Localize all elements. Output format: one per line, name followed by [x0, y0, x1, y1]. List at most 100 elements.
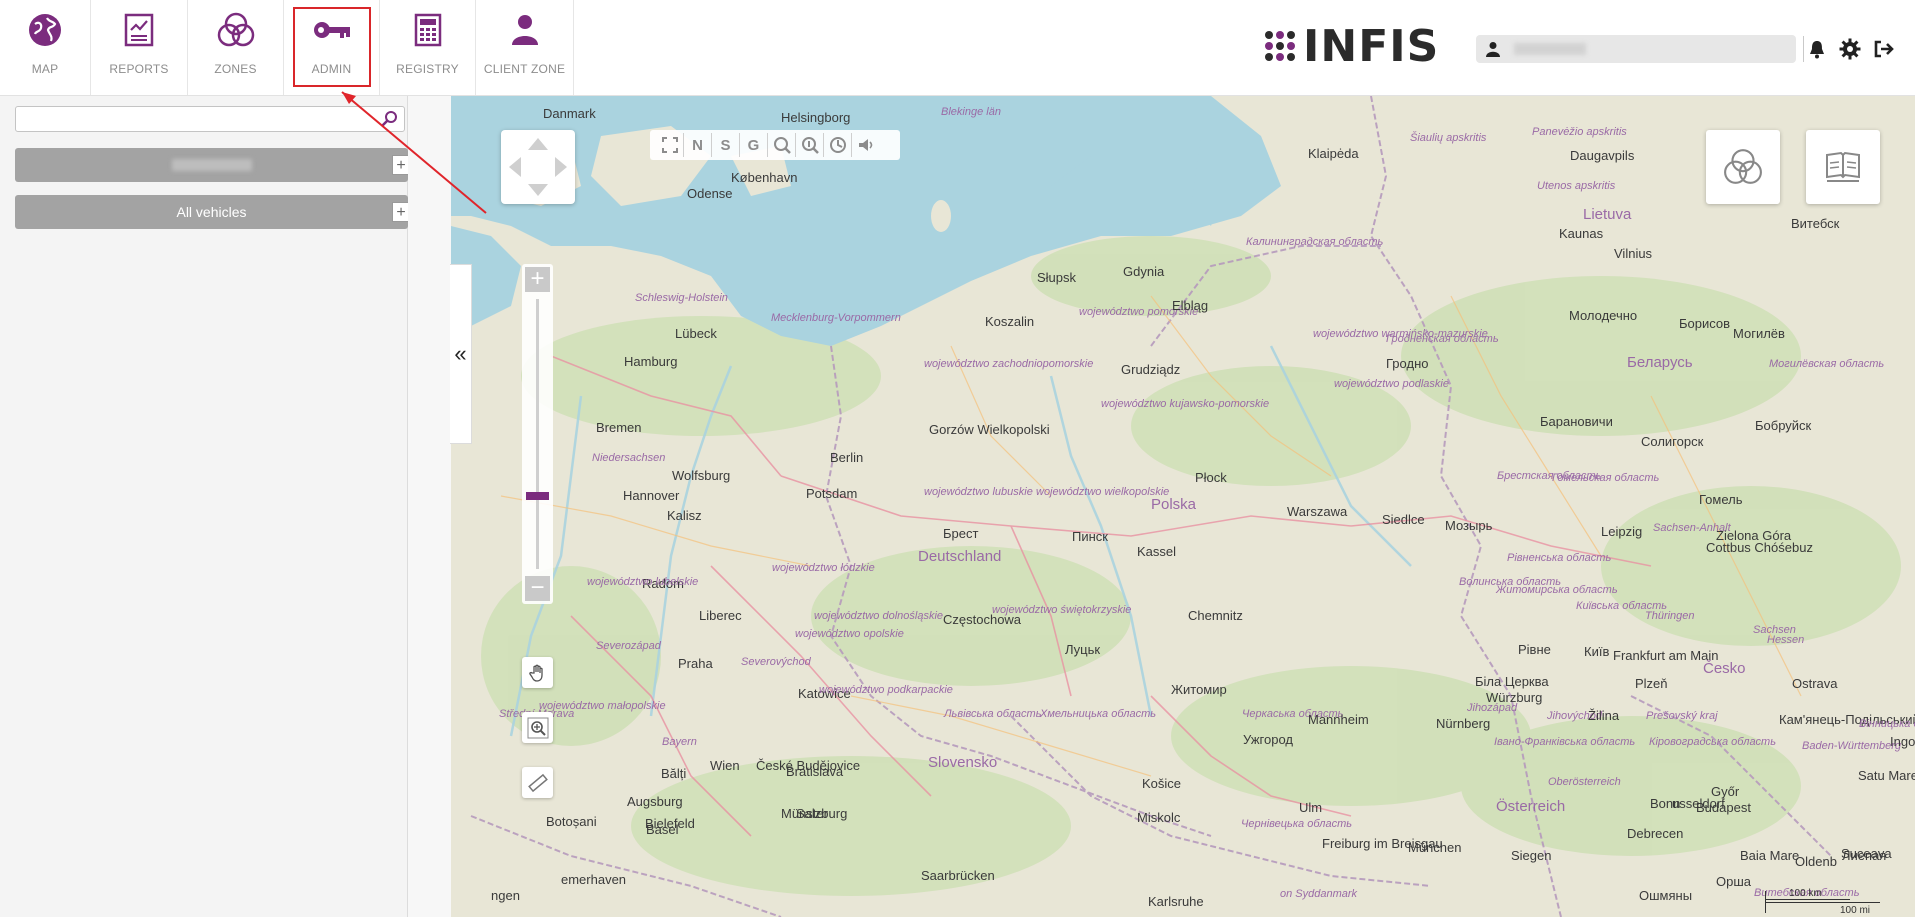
tab-zones[interactable]: ZONES: [188, 0, 284, 95]
clock-icon[interactable]: [824, 133, 852, 157]
map-label: Botoșani: [546, 814, 597, 829]
tab-reports[interactable]: REPORTS: [91, 0, 188, 95]
measure-button[interactable]: [522, 767, 553, 798]
tab-label: MAP: [31, 62, 59, 76]
map-label: Daugavpils: [1570, 148, 1635, 163]
map-label: Helsingborg: [781, 110, 851, 125]
map-label: Борисов: [1679, 316, 1731, 331]
logo-dots-icon: [1265, 31, 1295, 61]
map-label: Österreich: [1496, 798, 1566, 815]
zoom-box-button[interactable]: [522, 712, 553, 743]
tab-label: REPORTS: [109, 62, 169, 76]
map-label: Lübeck: [675, 326, 717, 341]
map-label: Гродно: [1386, 356, 1429, 371]
map-label: województwo podkarpackie: [819, 684, 953, 696]
gear-icon[interactable]: [1837, 36, 1863, 62]
tab-label: ZONES: [214, 62, 257, 76]
map-label: Płock: [1195, 470, 1227, 485]
tab-map[interactable]: MAP: [0, 0, 91, 95]
zoom-track[interactable]: [536, 299, 539, 569]
book-map-icon: [1826, 151, 1860, 182]
map-label: Slovensko: [928, 754, 998, 771]
scale-mi-label: 100 mi: [1840, 905, 1871, 916]
map-canvas[interactable]: Danmark Helsingborg København Odense Bleking…: [451, 96, 1915, 917]
sound-icon[interactable]: [852, 133, 880, 157]
tab-label: ADMIN: [311, 62, 352, 76]
fullscreen-icon[interactable]: [656, 133, 684, 157]
tool-s-button[interactable]: S: [712, 133, 740, 157]
map-label: Мозырь: [1445, 518, 1493, 533]
hand-tool-button[interactable]: [522, 657, 553, 688]
map-label: Liberec: [699, 608, 742, 623]
map-label: Ostrava: [1792, 676, 1838, 691]
scale-km-label: 100 km: [1789, 888, 1822, 899]
map-label: Kaunas: [1559, 226, 1604, 241]
zoom-out-button[interactable]: −: [525, 576, 550, 601]
map-label: Miskolc: [1137, 810, 1181, 825]
map-label: Витебск: [1791, 216, 1840, 231]
pan-control[interactable]: [501, 130, 575, 204]
zones-toggle-button[interactable]: [1706, 130, 1780, 204]
map-label: ngen: [491, 888, 520, 903]
map-label: Брест: [943, 526, 979, 541]
map-label: on Syddanmark: [1280, 888, 1358, 900]
pan-arrows-icon: [509, 138, 567, 196]
map-label: Хмельницька область: [1040, 708, 1157, 720]
map-label: Karlsruhe: [1148, 894, 1204, 909]
map-label: Чернівецька область: [1241, 818, 1353, 830]
map-label: Беларусь: [1627, 354, 1693, 371]
user-bar[interactable]: [1476, 35, 1796, 63]
map-label: München: [1408, 840, 1462, 855]
map-label: Житомирська область: [1496, 584, 1618, 596]
map-toolstrip: N S G: [650, 130, 900, 160]
map-label: København: [731, 170, 798, 185]
collapse-sidebar-button[interactable]: «: [450, 264, 472, 444]
map-label: województwo zachodniopomorskie: [924, 358, 1094, 370]
map-label: Słupsk: [1037, 270, 1077, 285]
map-label: Gdynia: [1123, 264, 1165, 279]
tab-label: CLIENT ZONE: [483, 62, 566, 76]
map-layers-button[interactable]: [1806, 130, 1880, 204]
zoom-info-icon[interactable]: [796, 133, 824, 157]
map-label: usseldorf: [1672, 796, 1725, 811]
map-label: Вінницька область: [1859, 718, 1915, 730]
tool-n-button[interactable]: N: [684, 133, 712, 157]
map-label: Ulm: [1299, 800, 1323, 815]
map-label: Niedersachsen: [592, 452, 666, 464]
key-icon: [312, 10, 352, 50]
map-label: Česko: [1703, 660, 1746, 677]
map-label: Augsburg: [627, 794, 683, 809]
map-label: Могилёвская область: [1769, 358, 1885, 370]
map-label: Молодечно: [1569, 308, 1638, 323]
map-label: Рівненська область: [1507, 552, 1612, 564]
map-label: Пинск: [1072, 529, 1108, 544]
map-label: Івано-Франківська область: [1494, 736, 1636, 748]
map-label: Warszawa: [1287, 504, 1348, 519]
map-label: Siedlce: [1382, 512, 1425, 527]
map-label: Siegen: [1511, 848, 1552, 863]
map-label: emerhaven: [561, 872, 627, 887]
map-label: Grudziądz: [1121, 362, 1181, 377]
zoom-in-button[interactable]: +: [525, 267, 550, 292]
map-label: Mannheim: [1308, 712, 1369, 727]
map-label: Koszalin: [985, 314, 1035, 329]
tab-label: REGISTRY: [396, 62, 459, 76]
map-label: województwo łódzkie: [772, 562, 875, 574]
map-label: Praha: [678, 656, 713, 671]
map-label: Oldenb: [1795, 854, 1837, 869]
map-label: Ужгород: [1243, 732, 1293, 747]
map-label: Орша: [1716, 874, 1752, 889]
map-label: Plzeň: [1635, 676, 1668, 691]
zoom-slider-thumb[interactable]: [526, 492, 549, 501]
map-label: Wien: [710, 758, 740, 773]
annotation-arrow: [341, 91, 487, 214]
map-label: Bratislava: [786, 764, 844, 779]
map-label: Potsdam: [806, 486, 858, 501]
map-label: Nürnberg: [1436, 716, 1491, 731]
zoom-search-icon[interactable]: [768, 133, 796, 157]
bell-icon[interactable]: [1803, 36, 1829, 62]
map-label: Bayern: [662, 736, 697, 748]
tool-g-button[interactable]: G: [740, 133, 768, 157]
logout-icon[interactable]: [1871, 36, 1897, 62]
map-label: Gorzów Wielkopolski: [929, 422, 1050, 437]
